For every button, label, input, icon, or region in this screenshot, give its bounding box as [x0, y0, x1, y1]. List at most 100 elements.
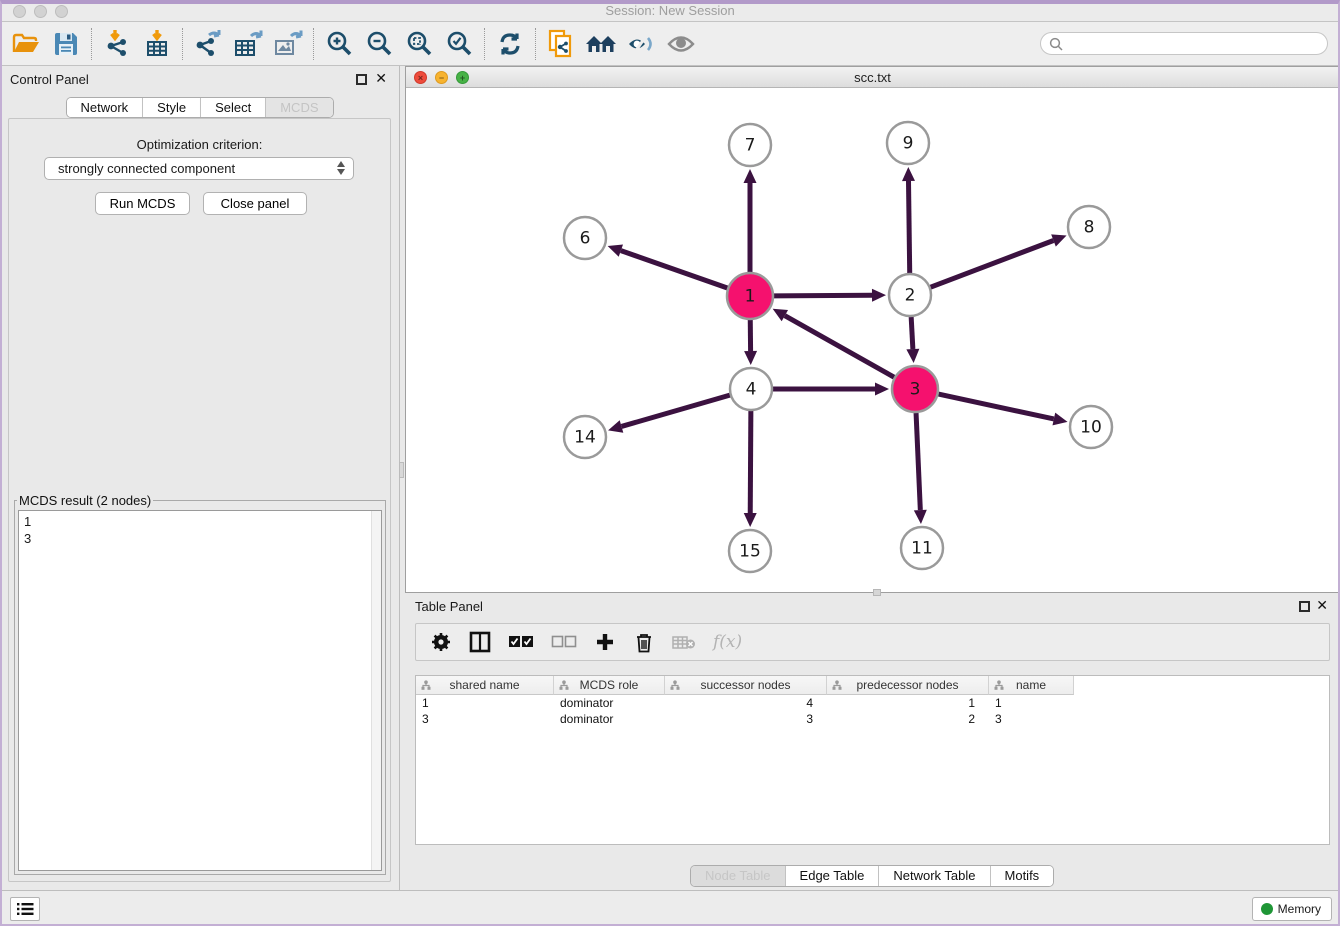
network-window-titlebar[interactable]: × − + scc.txt [406, 67, 1339, 88]
tab-network-table[interactable]: Network Table [878, 866, 989, 886]
select-all-icon[interactable] [508, 630, 534, 654]
app-titlebar: Session: New Session [0, 0, 1340, 22]
arrowhead-icon [744, 351, 757, 365]
toolbar-separator [313, 28, 314, 60]
graph-edge-1-6[interactable] [621, 251, 728, 288]
arrowhead-icon [1051, 234, 1066, 246]
arrowhead-icon [914, 510, 927, 524]
graph-node-label: 11 [911, 539, 933, 559]
tab-mcds[interactable]: MCDS [265, 98, 332, 117]
add-column-icon[interactable] [594, 630, 616, 654]
delete-table-icon [672, 630, 696, 654]
arrowhead-icon [1052, 413, 1067, 426]
network-canvas[interactable]: 7968124314101511 [406, 89, 1339, 592]
graph-edge-2-9[interactable] [909, 181, 910, 273]
graph-node-label: 10 [1080, 418, 1102, 438]
graph-edge-3-1[interactable] [785, 316, 894, 378]
mcds-result-list[interactable]: 13 [18, 510, 382, 871]
close-panel-icon[interactable]: ✕ [375, 70, 387, 86]
table-cell: 3 [416, 711, 554, 727]
tab-network[interactable]: Network [66, 98, 142, 117]
graph-node-label: 7 [745, 136, 756, 156]
main-toolbar [0, 22, 1340, 66]
result-scrollbar[interactable] [371, 511, 381, 870]
preview-eye-icon[interactable] [661, 27, 701, 61]
table-toolbar: f(x) [415, 623, 1330, 661]
graph-edge-2-3[interactable] [911, 317, 913, 349]
close-panel-button[interactable]: Close panel [203, 192, 307, 215]
tab-select[interactable]: Select [200, 98, 265, 117]
run-mcds-button[interactable]: Run MCDS [95, 192, 190, 215]
network-graph: 7968124314101511 [406, 89, 1339, 593]
import-table-icon[interactable] [137, 27, 177, 61]
table-cell: 1 [827, 695, 989, 711]
gear-icon[interactable] [430, 630, 452, 654]
export-table-icon[interactable] [228, 27, 268, 61]
global-search[interactable] [1040, 32, 1328, 55]
import-network-icon[interactable] [97, 27, 137, 61]
save-icon[interactable] [46, 27, 86, 61]
float-panel-icon[interactable] [356, 74, 367, 85]
table-cell: 2 [827, 711, 989, 727]
table-row[interactable]: 1dominator411 [416, 695, 1329, 711]
export-image-icon[interactable] [268, 27, 308, 61]
clone-network-icon[interactable] [541, 27, 581, 61]
column-header-shared-name[interactable]: shared name [416, 676, 554, 695]
column-header-predecessor-nodes[interactable]: predecessor nodes [827, 676, 989, 695]
graph-node-label: 9 [903, 134, 914, 154]
node-table: shared name MCDS role successor nodes prede… [415, 675, 1330, 845]
tab-motifs[interactable]: Motifs [990, 866, 1054, 886]
refresh-icon[interactable] [490, 27, 530, 61]
column-label: successor nodes [700, 678, 790, 692]
tab-edge-table[interactable]: Edge Table [785, 866, 879, 886]
graph-edge-4-15[interactable] [750, 411, 751, 513]
float-panel-icon[interactable] [1299, 601, 1310, 612]
split-columns-icon[interactable] [469, 630, 491, 654]
unselect-all-icon[interactable] [551, 630, 577, 654]
memory-button[interactable]: Memory [1252, 897, 1332, 921]
arrowhead-icon [608, 420, 623, 432]
zoom-fit-icon[interactable] [399, 27, 439, 61]
graph-edge-2-8[interactable] [931, 240, 1054, 287]
column-label: shared name [449, 678, 519, 692]
graph-edge-1-2[interactable] [774, 295, 872, 296]
status-bar: Memory [0, 890, 1340, 926]
open-folder-icon[interactable] [6, 27, 46, 61]
panel-splitter-handle[interactable] [399, 462, 404, 478]
mcds-result-line: 1 [19, 511, 381, 530]
node-table-body: 1dominator4113dominator323 [416, 695, 1329, 727]
optimization-criterion-select[interactable]: strongly connected component [44, 157, 354, 180]
control-panel-tabs: NetworkStyleSelectMCDS [65, 97, 333, 118]
column-header-successor-nodes[interactable]: successor nodes [665, 676, 827, 695]
close-panel-icon[interactable]: ✕ [1316, 597, 1328, 613]
mcds-result-legend: MCDS result (2 nodes) [17, 493, 153, 508]
zoom-in-icon[interactable] [319, 27, 359, 61]
table-panel: Table Panel ✕ f(x) shared nameMCDS roles… [405, 593, 1340, 890]
table-splitter-handle[interactable] [873, 589, 881, 596]
graph-edge-3-11[interactable] [916, 413, 920, 510]
graph-node-label: 4 [746, 380, 757, 400]
table-row[interactable]: 3dominator323 [416, 711, 1329, 727]
toolbar-separator [484, 28, 485, 60]
graph-edge-3-10[interactable] [938, 394, 1053, 419]
function-builder-icon: f(x) [713, 630, 742, 654]
arrowhead-icon [872, 289, 886, 302]
tab-node-table[interactable]: Node Table [691, 866, 785, 886]
delete-icon[interactable] [633, 630, 655, 654]
task-history-button[interactable] [10, 897, 40, 921]
graph-node-label: 14 [574, 428, 596, 448]
tab-style[interactable]: Style [142, 98, 200, 117]
column-header-MCDS-role[interactable]: MCDS role [554, 676, 665, 695]
hide-details-icon[interactable] [621, 27, 661, 61]
column-header-name[interactable]: name [989, 676, 1074, 695]
graph-edge-4-14[interactable] [622, 395, 730, 426]
zoom-selected-icon[interactable] [439, 27, 479, 61]
network-view-window: × − + scc.txt 7968124314101511 [405, 66, 1340, 593]
graph-node-label: 3 [910, 380, 921, 400]
search-input[interactable] [1068, 37, 1319, 51]
list-icon [17, 902, 34, 916]
table-cell: 1 [416, 695, 554, 711]
home-icon[interactable] [581, 27, 621, 61]
export-network-icon[interactable] [188, 27, 228, 61]
zoom-out-icon[interactable] [359, 27, 399, 61]
